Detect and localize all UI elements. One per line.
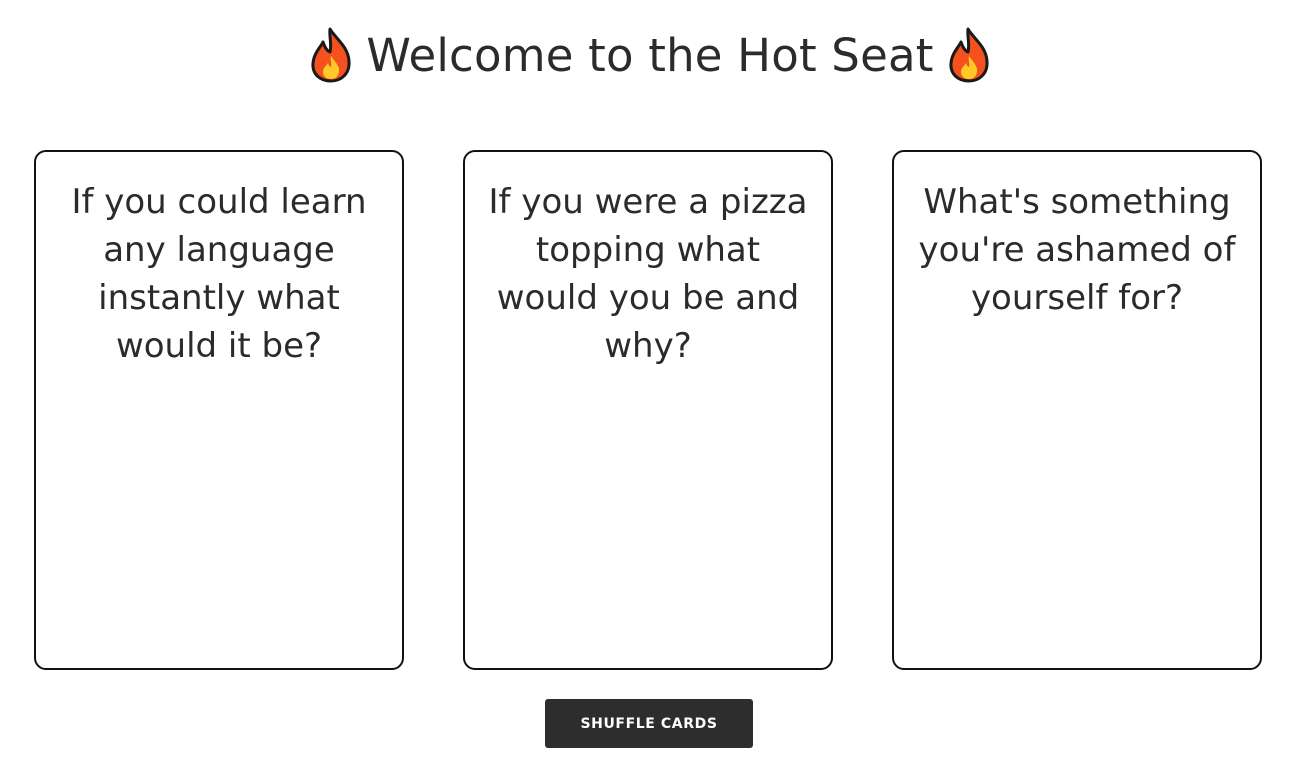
fire-icon <box>308 26 354 84</box>
question-card[interactable]: What's something you're ashamed of yours… <box>892 150 1262 670</box>
card-row: If you could learn any language instantl… <box>0 150 1300 674</box>
question-text: What's something you're ashamed of yours… <box>918 182 1236 318</box>
question-card[interactable]: If you were a pizza topping what would y… <box>463 150 833 670</box>
shuffle-cards-button[interactable]: SHUFFLE CARDS <box>545 699 753 748</box>
question-card[interactable]: If you could learn any language instantl… <box>34 150 404 670</box>
question-text: If you were a pizza topping what would y… <box>488 182 808 366</box>
fire-icon <box>946 26 992 84</box>
page-header: Welcome to the Hot Seat <box>0 22 1300 88</box>
page-title: Welcome to the Hot Seat <box>366 28 934 82</box>
question-text: If you could learn any language instantl… <box>71 182 367 366</box>
